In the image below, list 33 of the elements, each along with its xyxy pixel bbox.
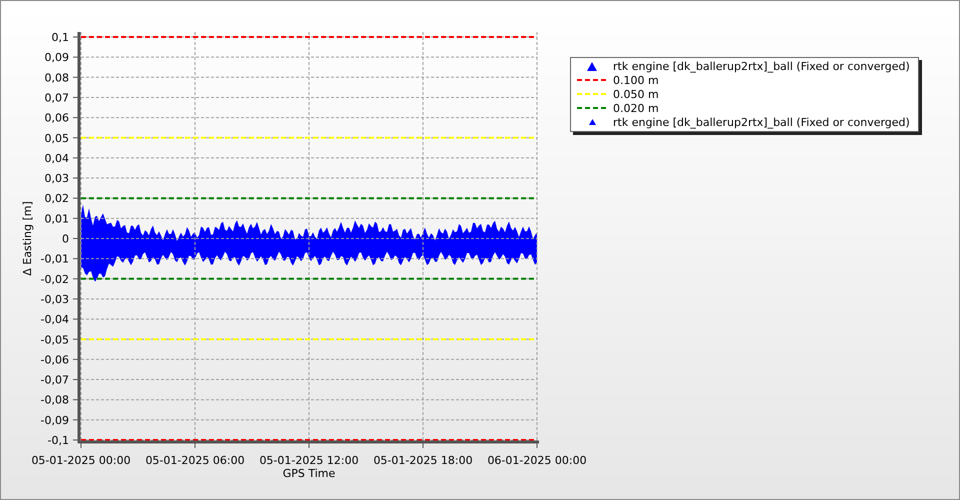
y-tick-label: 0 bbox=[62, 232, 69, 246]
legend-label: 0.020 m bbox=[613, 102, 659, 114]
y-tick-label: 0,07 bbox=[44, 91, 69, 104]
y-tick-label: 0,08 bbox=[44, 71, 69, 84]
y-tick-label: 0,1 bbox=[52, 31, 69, 44]
x-tick-label: 05-01-2025 00:00 bbox=[31, 454, 131, 467]
x-tick-label: 06-01-2025 00:00 bbox=[487, 454, 587, 467]
y-tick-label: -0,1 bbox=[48, 434, 69, 447]
legend-label: rtk engine [dk_ballerup2rtx]_ball (Fixed or converged) bbox=[613, 60, 910, 72]
y-tick-label: 0,06 bbox=[44, 112, 69, 125]
y-tick-label: -0,01 bbox=[40, 252, 69, 266]
y-tick-label: 0,02 bbox=[44, 192, 69, 206]
y-tick-label: -0,02 bbox=[40, 272, 69, 286]
y-tick-label: -0,07 bbox=[40, 374, 69, 387]
y-tick-label: 0,09 bbox=[44, 51, 69, 64]
legend-label: rtk engine [dk_ballerup2rtx]_ball (Fixed or converged) bbox=[613, 116, 910, 128]
y-tick-label: 0,04 bbox=[44, 152, 69, 165]
y-tick-label: -0,08 bbox=[40, 394, 69, 407]
y-tick-label: -0,09 bbox=[40, 414, 69, 427]
y-axis-title: Δ Easting [m] bbox=[21, 201, 34, 276]
x-axis-title: GPS Time bbox=[282, 467, 336, 480]
y-tick-label: -0,04 bbox=[40, 313, 69, 326]
legend-label: 0.100 m bbox=[613, 74, 659, 86]
y-tick-label: 0,05 bbox=[44, 132, 69, 145]
y-tick-label: -0,06 bbox=[40, 353, 69, 366]
x-tick-label: 05-01-2025 12:00 bbox=[259, 454, 359, 467]
legend-label: 0.050 m bbox=[613, 88, 659, 100]
x-tick-label: 05-01-2025 06:00 bbox=[145, 454, 245, 467]
y-tick-label: 0,01 bbox=[44, 212, 69, 226]
y-tick-label: -0,05 bbox=[40, 333, 69, 346]
y-tick-label: 0,03 bbox=[44, 172, 69, 186]
x-tick-label: 05-01-2025 18:00 bbox=[373, 454, 473, 467]
y-tick-label: -0,03 bbox=[40, 292, 69, 306]
